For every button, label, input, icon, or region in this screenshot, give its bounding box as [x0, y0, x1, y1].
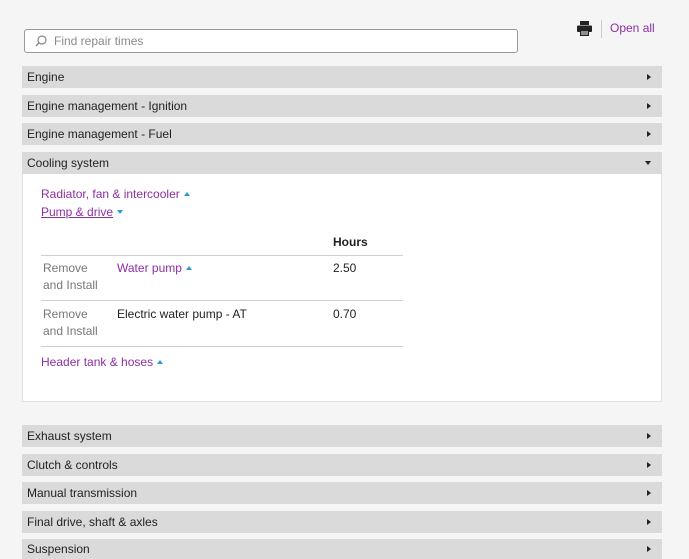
part-electric-water-pump: Electric water pump - AT — [117, 307, 247, 321]
search-input[interactable] — [52, 33, 517, 49]
section-label: Manual transmission — [27, 486, 138, 500]
caret-right-icon — [647, 462, 651, 468]
section-label: Engine — [27, 70, 65, 84]
part-water-pump[interactable]: Water pump — [117, 261, 192, 275]
table-divider — [41, 255, 403, 256]
section-label: Suspension — [27, 542, 90, 556]
hours-cell: 2.50 — [333, 261, 357, 275]
section-exhaust-system[interactable]: Exhaust system — [22, 425, 662, 447]
table-divider — [41, 300, 403, 301]
section-label: Engine management - Ignition — [27, 99, 188, 113]
caret-down-icon — [117, 210, 124, 214]
toolbar-divider — [601, 20, 602, 38]
hours-cell: 0.70 — [333, 307, 357, 321]
section-engine-management-fuel[interactable]: Engine management - Fuel — [22, 123, 662, 145]
search-box[interactable] — [24, 29, 518, 53]
section-manual-transmission[interactable]: Manual transmission — [22, 482, 662, 504]
section-final-drive-shaft-axles[interactable]: Final drive, shaft & axles — [22, 511, 662, 533]
caret-right-icon — [647, 490, 651, 496]
section-label: Final drive, shaft & axles — [27, 515, 158, 529]
caret-right-icon — [647, 519, 651, 525]
caret-up-icon — [185, 266, 192, 270]
table-divider — [41, 346, 403, 347]
operation-cell: Remove and Install — [43, 307, 98, 338]
subgroup-radiator-fan-intercooler[interactable]: Radiator, fan & intercooler — [41, 187, 190, 201]
caret-up-icon — [157, 360, 164, 364]
section-label: Clutch & controls — [27, 458, 118, 472]
cooling-system-panel: Radiator, fan & intercooler Pump & drive… — [22, 174, 662, 402]
caret-right-icon — [647, 546, 651, 552]
print-icon[interactable] — [576, 20, 593, 37]
caret-down-icon — [645, 161, 651, 165]
subgroup-pump-drive[interactable]: Pump & drive — [41, 205, 124, 219]
caret-right-icon — [647, 103, 651, 109]
section-engine[interactable]: Engine — [22, 66, 662, 88]
section-suspension[interactable]: Suspension — [22, 539, 662, 559]
section-label: Engine management - Fuel — [27, 127, 172, 141]
section-engine-management-ignition[interactable]: Engine management - Ignition — [22, 95, 662, 117]
section-label: Exhaust system — [27, 429, 112, 443]
caret-right-icon — [647, 131, 651, 137]
caret-right-icon — [647, 433, 651, 439]
open-all-link[interactable]: Open all — [610, 21, 655, 35]
search-icon — [35, 35, 47, 47]
section-label: Cooling system — [27, 156, 110, 170]
operation-cell: Remove and Install — [43, 261, 98, 292]
section-clutch-controls[interactable]: Clutch & controls — [22, 454, 662, 476]
hours-column-header: Hours — [333, 235, 368, 249]
caret-right-icon — [647, 74, 651, 80]
section-cooling-system[interactable]: Cooling system — [22, 152, 662, 174]
caret-up-icon — [183, 192, 190, 196]
subgroup-header-tank-hoses[interactable]: Header tank & hoses — [41, 355, 164, 369]
